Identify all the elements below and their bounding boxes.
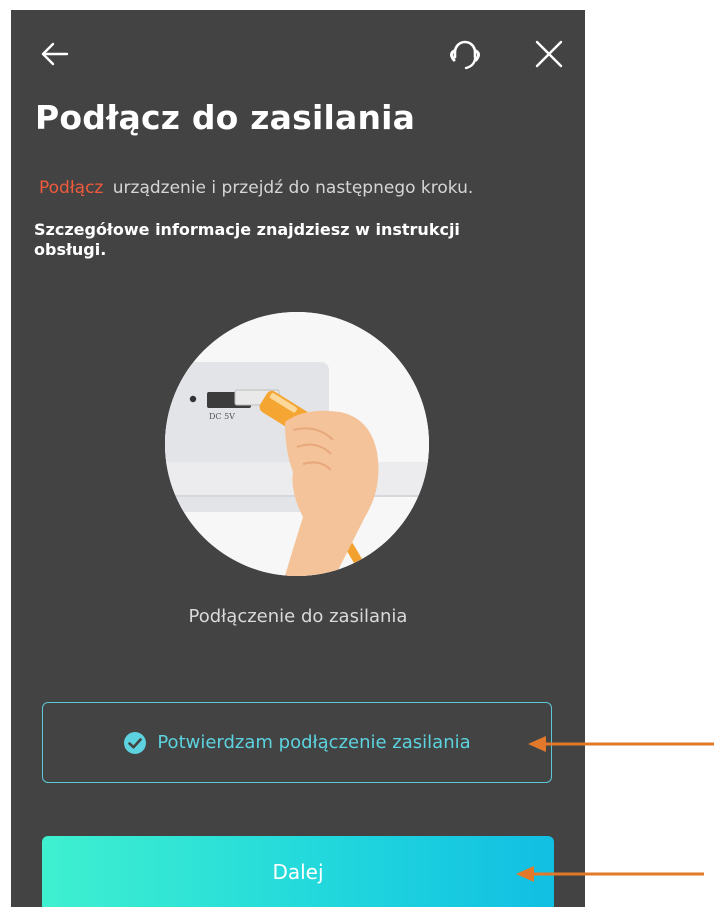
power-plug-illustration: DC 5V: [165, 312, 429, 576]
check-circle-icon[interactable]: [123, 731, 147, 755]
instruction-highlight: Podłącz: [39, 178, 104, 198]
confirm-power-checkbox[interactable]: Potwierdzam podłączenie zasilania: [42, 702, 552, 783]
arrow-left-icon[interactable]: [39, 40, 71, 68]
headset-icon[interactable]: [445, 35, 485, 73]
instruction-rest: urządzenie i przejdź do następnego kroku…: [112, 178, 474, 198]
phone-screen: Podłącz do zasilania Podłącz urządzenie …: [11, 10, 585, 907]
annotation-arrow-next: [516, 866, 704, 882]
next-button-label: Dalej: [272, 859, 324, 884]
close-icon[interactable]: [533, 38, 565, 70]
illustration-caption: Podłączenie do zasilania: [188, 606, 408, 627]
annotation-arrow-confirm: [528, 736, 714, 752]
next-button[interactable]: Dalej: [42, 836, 554, 907]
confirm-power-label: Potwierdzam podłączenie zasilania: [157, 732, 471, 753]
manual-hint-text: Szczegółowe informacje znajdziesz w inst…: [34, 220, 460, 259]
port-label: DC 5V: [209, 412, 235, 421]
instruction-text: Podłącz urządzenie i przejdź do następne…: [39, 178, 579, 198]
page-title: Podłącz do zasilania: [35, 98, 416, 137]
